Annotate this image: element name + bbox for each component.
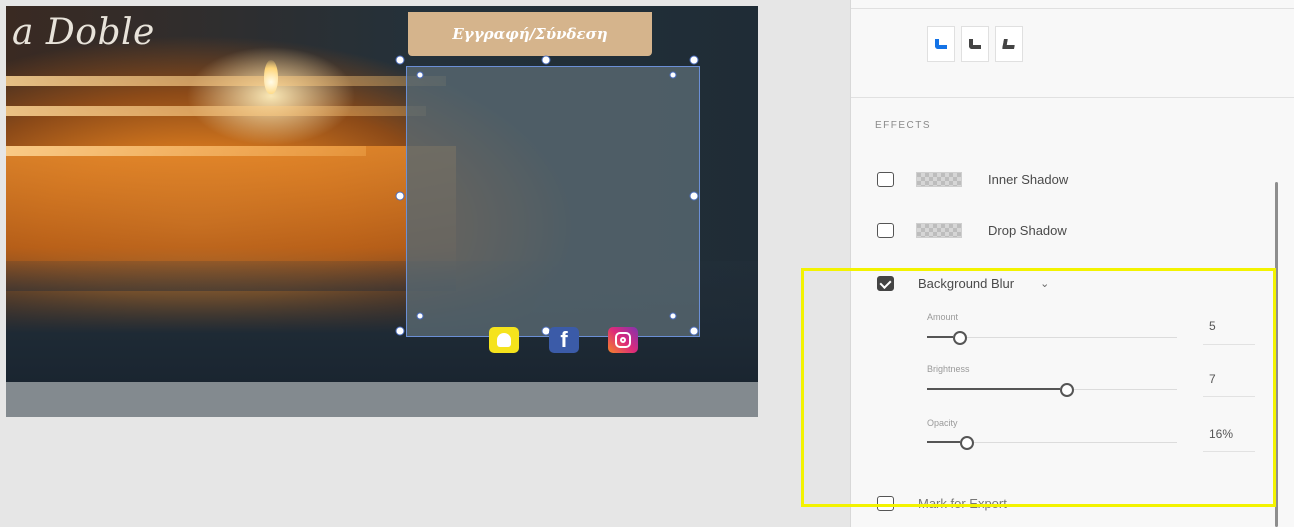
brightness-value[interactable]: 7	[1209, 372, 1216, 386]
section-divider	[851, 97, 1294, 98]
background-blur-row: Background Blur ⌄	[877, 271, 1049, 295]
drop-shadow-row: Drop Shadow	[877, 218, 1067, 242]
slider-thumb[interactable]	[960, 436, 974, 450]
property-inspector: EFFECTS Inner Shadow Drop Shadow Backgro…	[850, 0, 1294, 527]
opacity-label: Opacity	[927, 418, 958, 428]
brightness-value-underline	[1203, 396, 1255, 397]
corner-radius-handle-bottom-left[interactable]	[416, 312, 424, 320]
inner-shadow-swatch[interactable]	[916, 171, 962, 187]
blur-rectangle-selected[interactable]	[406, 66, 700, 337]
corner-radius-handle-top-left[interactable]	[416, 71, 424, 79]
opacity-slider[interactable]	[927, 436, 1177, 450]
snapchat-icon[interactable]	[489, 327, 519, 353]
corner-radius-handle-bottom-right[interactable]	[669, 312, 677, 320]
jar-rim-2	[6, 106, 426, 116]
slider-fill	[927, 441, 960, 443]
resize-handle-top-left[interactable]	[395, 55, 405, 65]
drop-shadow-checkbox[interactable]	[877, 222, 894, 238]
slider-fill	[927, 388, 1060, 390]
corner-style-group	[927, 26, 1023, 62]
slider-fill	[927, 336, 953, 338]
instagram-icon[interactable]	[608, 327, 638, 353]
inner-shadow-row: Inner Shadow	[877, 167, 1068, 191]
jar-rim-3	[6, 146, 366, 156]
resize-handle-top-right[interactable]	[689, 55, 699, 65]
resize-handle-bottom-right[interactable]	[689, 326, 699, 336]
amount-label: Amount	[927, 312, 959, 322]
opacity-value-underline	[1203, 451, 1255, 452]
corner-style-round-alt-button[interactable]	[961, 26, 989, 62]
panel-scrollbar[interactable]	[1275, 182, 1278, 527]
brightness-slider[interactable]	[927, 383, 1177, 397]
corner-style-chamfer-button[interactable]	[995, 26, 1023, 62]
brightness-label: Brightness	[927, 364, 970, 374]
amount-slider[interactable]	[927, 331, 1177, 345]
drop-shadow-swatch[interactable]	[916, 222, 962, 238]
opacity-value[interactable]: 16%	[1209, 427, 1233, 441]
corner-style-rounded-button[interactable]	[927, 26, 955, 62]
resize-handle-left[interactable]	[395, 191, 405, 201]
slider-thumb[interactable]	[1060, 383, 1074, 397]
slider-thumb[interactable]	[953, 331, 967, 345]
app-root: a Doble Εγγραφή/Σύνδεση f EFFECTS Inner …	[0, 0, 1294, 527]
candle-flame	[264, 60, 278, 94]
jar-rim-1	[6, 76, 446, 86]
resize-handle-top[interactable]	[541, 55, 551, 65]
chevron-down-icon[interactable]: ⌄	[1040, 277, 1049, 290]
amount-value-underline	[1203, 344, 1255, 345]
facebook-icon[interactable]: f	[549, 327, 579, 353]
signup-login-button[interactable]: Εγγραφή/Σύνδεση	[408, 12, 652, 56]
hero-title[interactable]: a Doble	[12, 12, 155, 53]
effects-section-title: EFFECTS	[875, 120, 932, 131]
corner-chamfer-icon	[1002, 39, 1016, 49]
panel-divider	[851, 8, 1294, 9]
inner-shadow-checkbox[interactable]	[877, 171, 894, 187]
corner-radius-handle-top-right[interactable]	[669, 71, 677, 79]
corner-rounded-icon	[935, 39, 947, 49]
corner-round-alt-icon	[969, 39, 981, 49]
resize-handle-right[interactable]	[689, 191, 699, 201]
artboard[interactable]: a Doble Εγγραφή/Σύνδεση f	[6, 6, 758, 417]
mark-for-export-row: Mark for Export	[877, 496, 1007, 511]
inner-shadow-label: Inner Shadow	[988, 171, 1069, 187]
resize-handle-bottom-left[interactable]	[395, 326, 405, 336]
mark-for-export-label: Mark for Export	[918, 496, 1007, 511]
background-blur-checkbox[interactable]	[877, 275, 894, 291]
amount-value[interactable]: 5	[1209, 319, 1216, 333]
background-blur-label: Background Blur	[918, 275, 1015, 291]
mark-for-export-checkbox[interactable]	[877, 496, 894, 511]
design-canvas[interactable]: a Doble Εγγραφή/Σύνδεση f	[0, 0, 850, 527]
drop-shadow-label: Drop Shadow	[988, 222, 1067, 238]
